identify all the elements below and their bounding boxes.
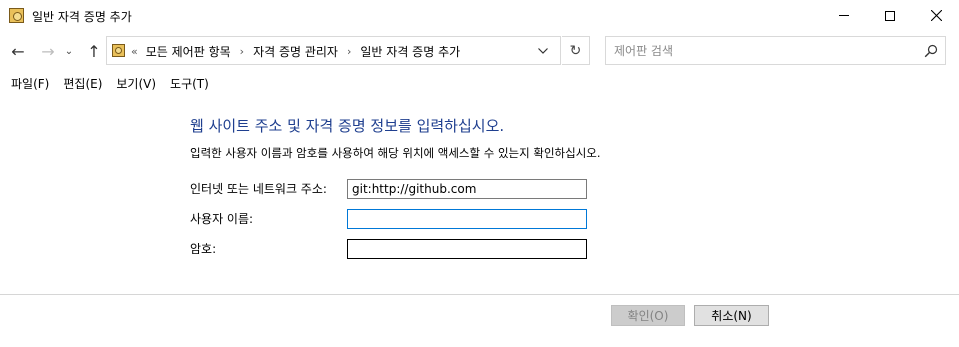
title-bar: 일반 자격 증명 추가: [0, 0, 959, 31]
up-button[interactable]: ↑: [84, 40, 104, 62]
breadcrumb-item-all-items[interactable]: 모든 제어판 항목: [146, 43, 231, 60]
chevron-down-icon: [538, 48, 548, 54]
search-input[interactable]: [614, 42, 914, 60]
close-icon: [930, 10, 942, 21]
chevron-down-icon: ⌄: [64, 45, 74, 57]
minimize-button[interactable]: [821, 0, 867, 31]
menu-edit[interactable]: 편집(E): [56, 71, 109, 95]
menu-bar: 파일(F) 편집(E) 보기(V) 도구(T): [0, 71, 959, 95]
menu-tools[interactable]: 도구(T): [163, 71, 216, 95]
menu-view[interactable]: 보기(V): [109, 71, 163, 95]
navigation-bar: ← → ⌄ ↑ « 모든 제어판 항목 › 자격 증명 관리자 › 일반 자격 …: [0, 31, 959, 71]
minimize-icon: [839, 15, 849, 16]
breadcrumb-item-credential-manager[interactable]: 자격 증명 관리자: [253, 43, 338, 60]
password-field[interactable]: [347, 239, 587, 259]
breadcrumb-overflow[interactable]: «: [131, 45, 138, 58]
forward-button[interactable]: →: [38, 40, 58, 62]
form-description: 입력한 사용자 이름과 암호를 사용하여 해당 위치에 액세스할 수 있는지 확…: [190, 146, 601, 160]
password-label: 암호:: [190, 242, 217, 256]
up-arrow-icon: ↑: [87, 41, 101, 61]
forward-arrow-icon: →: [41, 41, 55, 61]
refresh-icon: ↻: [569, 42, 582, 59]
breadcrumb-item-add-generic-credential[interactable]: 일반 자격 증명 추가: [360, 43, 460, 60]
control-panel-icon: [112, 44, 125, 57]
address-label: 인터넷 또는 네트워크 주소:: [190, 182, 327, 196]
back-button[interactable]: ←: [8, 40, 28, 62]
recent-locations-button[interactable]: ⌄: [62, 40, 76, 62]
credential-manager-icon: [9, 8, 24, 23]
breadcrumb-separator-icon[interactable]: ›: [240, 45, 244, 58]
username-field[interactable]: [347, 209, 587, 229]
refresh-button[interactable]: ↻: [562, 36, 590, 65]
address-bar[interactable]: « 모든 제어판 항목 › 자격 증명 관리자 › 일반 자격 증명 추가: [106, 36, 561, 65]
maximize-button[interactable]: [867, 0, 913, 31]
back-arrow-icon: ←: [11, 41, 25, 61]
window-title: 일반 자격 증명 추가: [32, 10, 132, 24]
maximize-icon: [885, 10, 895, 21]
breadcrumb: « 모든 제어판 항목 › 자격 증명 관리자 › 일반 자격 증명 추가: [131, 43, 460, 60]
username-label: 사용자 이름:: [190, 212, 254, 226]
address-field[interactable]: [347, 179, 587, 199]
page-title: 웹 사이트 주소 및 자격 증명 정보를 입력하십시오.: [190, 117, 505, 135]
footer-divider: [0, 294, 959, 295]
address-dropdown-button[interactable]: [536, 43, 550, 59]
credential-form: 웹 사이트 주소 및 자격 증명 정보를 입력하십시오. 입력한 사용자 이름과…: [0, 95, 959, 294]
close-button[interactable]: [913, 0, 959, 31]
menu-file[interactable]: 파일(F): [4, 71, 56, 95]
cancel-button[interactable]: 취소(N): [694, 305, 769, 326]
search-icon[interactable]: [924, 44, 938, 58]
search-box[interactable]: [605, 36, 946, 65]
ok-button[interactable]: 확인(O): [611, 305, 685, 326]
breadcrumb-separator-icon[interactable]: ›: [347, 45, 351, 58]
